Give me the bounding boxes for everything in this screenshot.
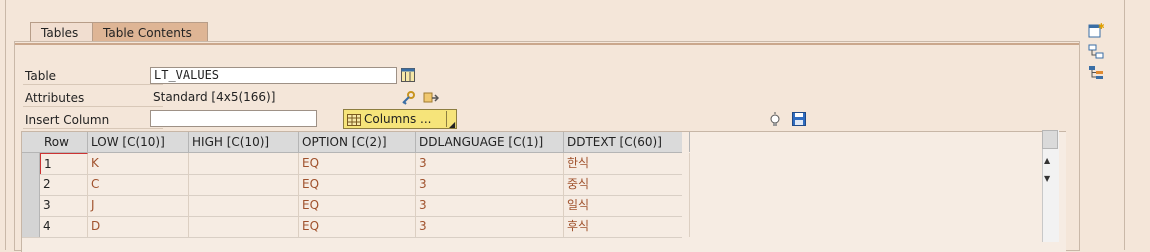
ddtext-cell[interactable]: 한식 xyxy=(564,153,690,174)
table-label-underline xyxy=(23,84,163,85)
attributes-label-underline xyxy=(23,106,163,107)
high-cell[interactable] xyxy=(189,174,299,195)
row-number-cell[interactable]: 4 xyxy=(40,216,88,237)
ddlanguage-cell[interactable]: 3 xyxy=(416,195,564,216)
table-name-field[interactable]: LT_VALUES xyxy=(150,67,397,84)
ddlanguage-cell[interactable]: 3 xyxy=(416,153,564,174)
table-icon[interactable] xyxy=(400,67,416,83)
col-header-high[interactable]: HIGH [C(10)] xyxy=(189,132,299,152)
table-label: Table xyxy=(25,69,57,83)
columns-button-separator xyxy=(446,111,447,127)
tab-table-contents-label: Table Contents xyxy=(103,26,192,40)
col-header-option[interactable]: OPTION [C(2)] xyxy=(299,132,416,152)
table-row[interactable]: 1 K EQ 3 한식 xyxy=(22,153,690,175)
structure-icon[interactable] xyxy=(1087,43,1105,61)
row-selector[interactable] xyxy=(22,216,40,237)
row-number-cell[interactable]: 3 xyxy=(40,195,88,216)
attributes-value: Standard [4x5(166)] xyxy=(153,90,276,104)
columns-button[interactable]: Columns ... ◢ xyxy=(343,109,457,129)
svg-text:✱: ✱ xyxy=(1098,22,1104,31)
table-contents-grid: Row LOW [C(10)] HIGH [C(10)] OPTION [C(2… xyxy=(21,131,1066,252)
col-header-row[interactable]: Row xyxy=(22,132,88,152)
col-header-low[interactable]: LOW [C(10)] xyxy=(88,132,189,152)
table-row[interactable]: 2 C EQ 3 중식 xyxy=(22,174,690,196)
ddlanguage-cell[interactable]: 3 xyxy=(416,174,564,195)
tab-tables-label: Tables xyxy=(41,26,79,40)
new-entry-icon[interactable]: ✱ xyxy=(1087,21,1105,39)
columns-grid-icon xyxy=(347,113,361,131)
insert-column-underline xyxy=(23,128,163,129)
attributes-label: Attributes xyxy=(25,91,85,105)
insert-column-label: Insert Column xyxy=(25,113,110,127)
hierarchy-icon[interactable] xyxy=(1087,64,1105,82)
ddlanguage-cell[interactable]: 3 xyxy=(416,216,564,237)
option-cell[interactable]: EQ xyxy=(299,153,416,174)
row-number-cell[interactable]: 1 xyxy=(40,153,88,174)
key-icon[interactable] xyxy=(400,90,416,106)
high-cell[interactable] xyxy=(189,195,299,216)
low-cell[interactable]: K xyxy=(88,153,189,174)
low-cell[interactable]: C xyxy=(88,174,189,195)
ddtext-cell[interactable]: 일식 xyxy=(564,195,690,216)
low-cell[interactable]: J xyxy=(88,195,189,216)
save-icon[interactable] xyxy=(791,111,807,127)
option-cell[interactable]: EQ xyxy=(299,195,416,216)
option-cell[interactable]: EQ xyxy=(299,216,416,237)
grid-header-row: Row LOW [C(10)] HIGH [C(10)] OPTION [C(2… xyxy=(22,132,690,153)
col-header-ddlanguage[interactable]: DDLANGUAGE [C(1)] xyxy=(416,132,564,152)
table-row[interactable]: 3 J EQ 3 일식 xyxy=(22,195,690,217)
row-selector[interactable] xyxy=(22,153,40,174)
col-header-ddtext[interactable]: DDTEXT [C(60)] xyxy=(564,132,690,152)
scroll-up-icon[interactable]: ▲ xyxy=(1044,156,1050,165)
scrollbar-corner-button[interactable] xyxy=(1042,130,1058,149)
ddtext-cell[interactable]: 후식 xyxy=(564,216,690,237)
tab-tables[interactable]: Tables xyxy=(30,22,96,42)
columns-button-label: Columns ... xyxy=(364,112,432,126)
option-cell[interactable]: EQ xyxy=(299,174,416,195)
table-row[interactable]: 4 D EQ 3 후식 xyxy=(22,216,690,238)
bulb-icon[interactable] xyxy=(767,111,783,127)
row-selector[interactable] xyxy=(22,174,40,195)
insert-column-field[interactable] xyxy=(150,110,317,127)
high-cell[interactable] xyxy=(189,216,299,237)
high-cell[interactable] xyxy=(189,153,299,174)
scroll-down-icon[interactable]: ▼ xyxy=(1044,174,1050,183)
row-selector[interactable] xyxy=(22,195,40,216)
row-number-cell[interactable]: 2 xyxy=(40,174,88,195)
panel-top-border xyxy=(15,43,1079,45)
ddtext-cell[interactable]: 중식 xyxy=(564,174,690,195)
export-icon[interactable] xyxy=(423,90,439,106)
tab-table-contents[interactable]: Table Contents xyxy=(92,22,208,42)
low-cell[interactable]: D xyxy=(88,216,189,237)
